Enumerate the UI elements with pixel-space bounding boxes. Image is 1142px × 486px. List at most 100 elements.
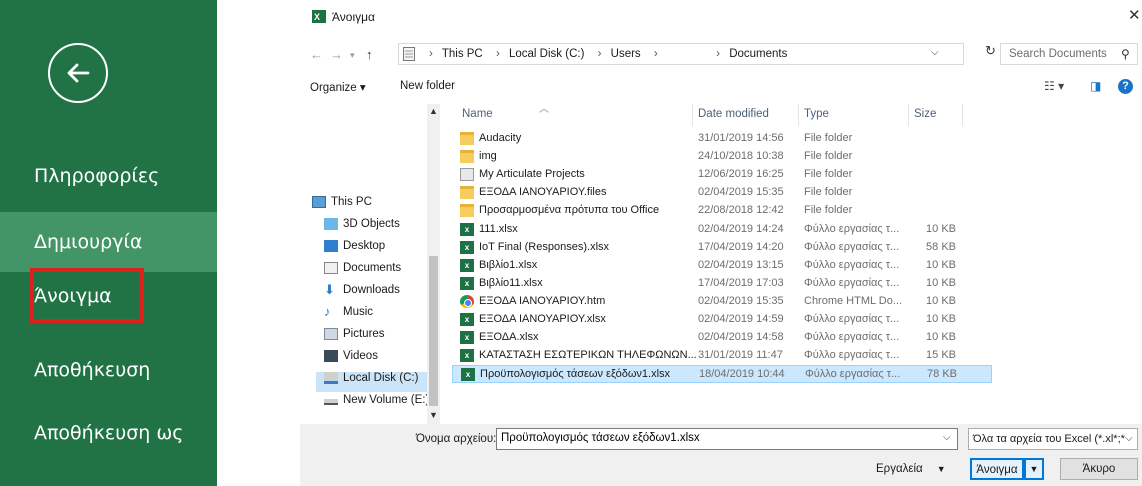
view-options-icon[interactable]: ☷ ▾ (1044, 79, 1064, 93)
cube-icon (324, 218, 338, 230)
link-folder-icon (460, 168, 474, 182)
address-dropdown-icon[interactable]: ⌵ (931, 47, 939, 58)
new-folder-button[interactable]: New folder (400, 80, 455, 92)
backstage-item-save-as[interactable]: Αποθήκευση ως (0, 418, 190, 478)
file-type-filter-value: Όλα τα αρχεία του Excel (*.xl*;* (973, 433, 1125, 445)
backstage-item-new[interactable]: Δημιουργία (0, 212, 217, 272)
nav-desktop[interactable]: Desktop (324, 240, 385, 260)
forward-nav-icon[interactable]: → (330, 47, 343, 62)
breadcrumb-local-disk[interactable]: Local Disk (C:) (509, 48, 584, 60)
file-row[interactable]: x ΕΞΟΔΑ ΙΑΝΟΥΑΡΙΟΥ.xlsx 02/04/2019 14:59 Φύ… (452, 311, 992, 329)
file-row[interactable]: My Articulate Projects 12/06/2019 16:25 Fi… (452, 166, 992, 184)
filename-dropdown-icon[interactable]: ⌵ (943, 432, 951, 443)
breadcrumb-this-pc[interactable]: This PC (442, 48, 483, 60)
scroll-down-icon[interactable]: ▼ (429, 410, 438, 420)
tools-button[interactable]: Εργαλεία ▼ (876, 463, 946, 475)
folder-icon (460, 150, 474, 164)
help-icon[interactable]: ? (1118, 79, 1133, 94)
file-size: 10 KB (926, 258, 956, 271)
back-button[interactable] (48, 43, 108, 103)
file-date: 02/04/2019 14:59 (698, 313, 784, 325)
file-row[interactable]: Προσαρμοσμένα πρότυπα του Office 22/08/20… (452, 202, 992, 220)
file-row[interactable]: x ΚΑΤΑΣΤΑΣΗ ΕΣΩΤΕΡΙΚΩΝ ΤΗΛΕΦΩΝΩΝ... 31/01/… (452, 347, 992, 365)
scroll-up-icon[interactable]: ▲ (429, 106, 438, 116)
column-header-date[interactable]: Date modified (698, 108, 769, 120)
back-arrow-icon (67, 63, 90, 83)
file-type: File folder (804, 168, 853, 181)
file-type: Φύλλο εργασίας τ... (804, 276, 900, 289)
file-row[interactable]: Audacity 31/01/2019 14:56 File folder (452, 130, 992, 148)
file-row[interactable]: x IoT Final (Responses).xlsx 17/04/2019 14… (452, 239, 992, 257)
file-date: 31/01/2019 11:47 (698, 349, 783, 362)
refresh-icon[interactable]: ↻ (985, 43, 996, 59)
column-header-name[interactable]: Name (462, 108, 493, 120)
file-row[interactable]: img 24/10/2018 10:38 File folder (452, 148, 992, 166)
backstage-item-info[interactable]: Πληροφορίες (0, 146, 217, 206)
breadcrumb-documents[interactable]: Documents (729, 48, 787, 60)
nav-new-volume[interactable]: New Volume (E:) (324, 394, 429, 414)
organize-button[interactable]: Organize ▾ (310, 80, 366, 94)
excel-file-icon: x (461, 368, 475, 382)
nav-downloads[interactable]: ⬇ Downloads (324, 283, 400, 304)
dialog-titlebar: X Άνοιγμα ✕ (300, 0, 1142, 32)
excel-file-icon: x (460, 276, 474, 290)
file-type: Φύλλο εργασίας τ... (804, 258, 900, 271)
highlight-annotation-box (30, 268, 144, 323)
breadcrumb-users[interactable]: Users (611, 48, 641, 60)
back-nav-icon[interactable]: ← (310, 47, 323, 62)
file-type: Φύλλο εργασίας τ... (804, 349, 900, 362)
excel-file-icon: x (460, 222, 474, 236)
cancel-button[interactable]: Άκυρο (1060, 458, 1138, 480)
file-row[interactable]: ΕΞΟΔΑ ΙΑΝΟΥΑΡΙΟΥ.htm 02/04/2019 15:35 Chro… (452, 293, 992, 311)
preview-pane-icon[interactable]: ◨ (1090, 79, 1101, 93)
column-header-type[interactable]: Type (804, 108, 829, 120)
nav-documents[interactable]: Documents (324, 262, 401, 282)
nav-3d-objects[interactable]: 3D Objects (324, 218, 400, 238)
filename-input[interactable] (501, 432, 931, 444)
file-type: File folder (804, 150, 853, 163)
nav-local-disk[interactable]: Local Disk (C:) (316, 372, 428, 392)
file-date: 12/06/2019 16:25 (698, 168, 784, 181)
file-row[interactable]: x Βιβλίο1.xlsx 02/04/2019 13:15 Φύλλο εργασ… (452, 257, 992, 275)
column-header-size[interactable]: Size (914, 108, 936, 120)
file-date: 17/04/2019 17:03 (698, 276, 784, 289)
file-row[interactable]: ΕΞΟΔΑ ΙΑΝΟΥΑΡΙΟΥ.files 02/04/2019 15:35 Fi… (452, 184, 992, 202)
file-name: Βιβλίο1.xlsx (479, 258, 538, 271)
nav-videos[interactable]: Videos (324, 350, 378, 370)
breadcrumb: › This PC › Local Disk (C:) › Users › › … (423, 48, 791, 60)
documents-icon (324, 262, 338, 274)
file-type-filter[interactable]: Όλα τα αρχεία του Excel (*.xl*;* ⌵ (968, 428, 1138, 450)
file-name: ΕΞΟΔΑ ΙΑΝΟΥΑΡΙΟΥ.xlsx (479, 313, 606, 325)
close-icon[interactable]: ✕ (1128, 6, 1141, 24)
file-row[interactable]: x 111.xlsx 02/04/2019 14:24 Φύλλο εργασίας … (452, 221, 992, 239)
filter-dropdown-icon[interactable]: ⌵ (1125, 433, 1133, 444)
file-row[interactable]: x Βιβλίο11.xlsx 17/04/2019 17:03 Φύλλο εργα… (452, 275, 992, 293)
file-size: 10 KB (926, 222, 956, 235)
up-arrow-icon[interactable]: ↑ (366, 47, 373, 62)
nav-music[interactable]: ♪ Music (324, 305, 373, 326)
file-size: 10 KB (926, 331, 956, 344)
nav-pictures[interactable]: Pictures (324, 328, 385, 348)
scroll-thumb[interactable] (429, 256, 438, 406)
file-type: Φύλλο εργασίας τ... (804, 240, 900, 253)
folder-icon (460, 186, 474, 200)
column-divider (798, 104, 799, 126)
nav-label: This PC (331, 196, 372, 209)
nav-scrollbar[interactable]: ▲ ▼ (427, 104, 440, 424)
address-bar[interactable]: › This PC › Local Disk (C:) › Users › › … (398, 43, 964, 65)
recent-chevron-icon[interactable]: ▾ (350, 50, 355, 61)
file-name: ΕΞΟΔΑ ΙΑΝΟΥΑΡΙΟΥ.htm (479, 294, 606, 307)
file-size: 15 KB (926, 349, 956, 362)
file-row[interactable]: x ΕΞΟΔΑ.xlsx 02/04/2019 14:58 Φύλλο εργασία… (452, 329, 992, 347)
nav-this-pc[interactable]: This PC (312, 196, 372, 216)
file-row[interactable]: x Προϋπολογισμός τάσεων εξόδων1.xlsx 18/04… (452, 365, 992, 384)
backstage-item-save[interactable]: Αποθήκευση (0, 340, 217, 400)
open-split-dropdown[interactable]: ▼ (1024, 458, 1044, 480)
drive-icon (324, 372, 338, 384)
chrome-file-icon (460, 294, 474, 308)
nav-label: Downloads (343, 284, 400, 297)
open-button[interactable]: Άνοιγμα (970, 458, 1024, 480)
command-bar: Organize ▾ New folder ☷ ▾ ◨ ? (300, 74, 1142, 100)
filename-field[interactable]: ⌵ (496, 428, 958, 450)
search-box[interactable]: Search Documents ⚲ (1000, 43, 1138, 65)
